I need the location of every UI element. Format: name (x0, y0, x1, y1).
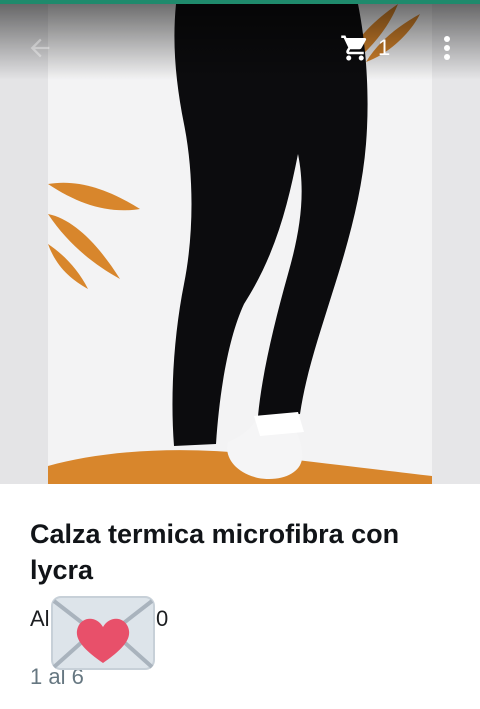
shopping-cart-icon (341, 35, 367, 61)
seller-name-start: Al (30, 606, 50, 631)
cart-count-badge: 1 (378, 35, 391, 60)
seller-name-end: 0 (156, 606, 169, 631)
back-button[interactable] (22, 30, 58, 66)
more-options-button[interactable] (432, 30, 462, 66)
product-title: Calza termica microfibra con lycra (30, 519, 400, 585)
envelope-heart-sticker-icon[interactable] (50, 595, 156, 671)
arrow-back-icon (30, 38, 50, 58)
top-app-bar: 1 (0, 4, 480, 80)
more-vert-icon (444, 36, 450, 60)
cart-button[interactable]: 1 (340, 30, 400, 66)
